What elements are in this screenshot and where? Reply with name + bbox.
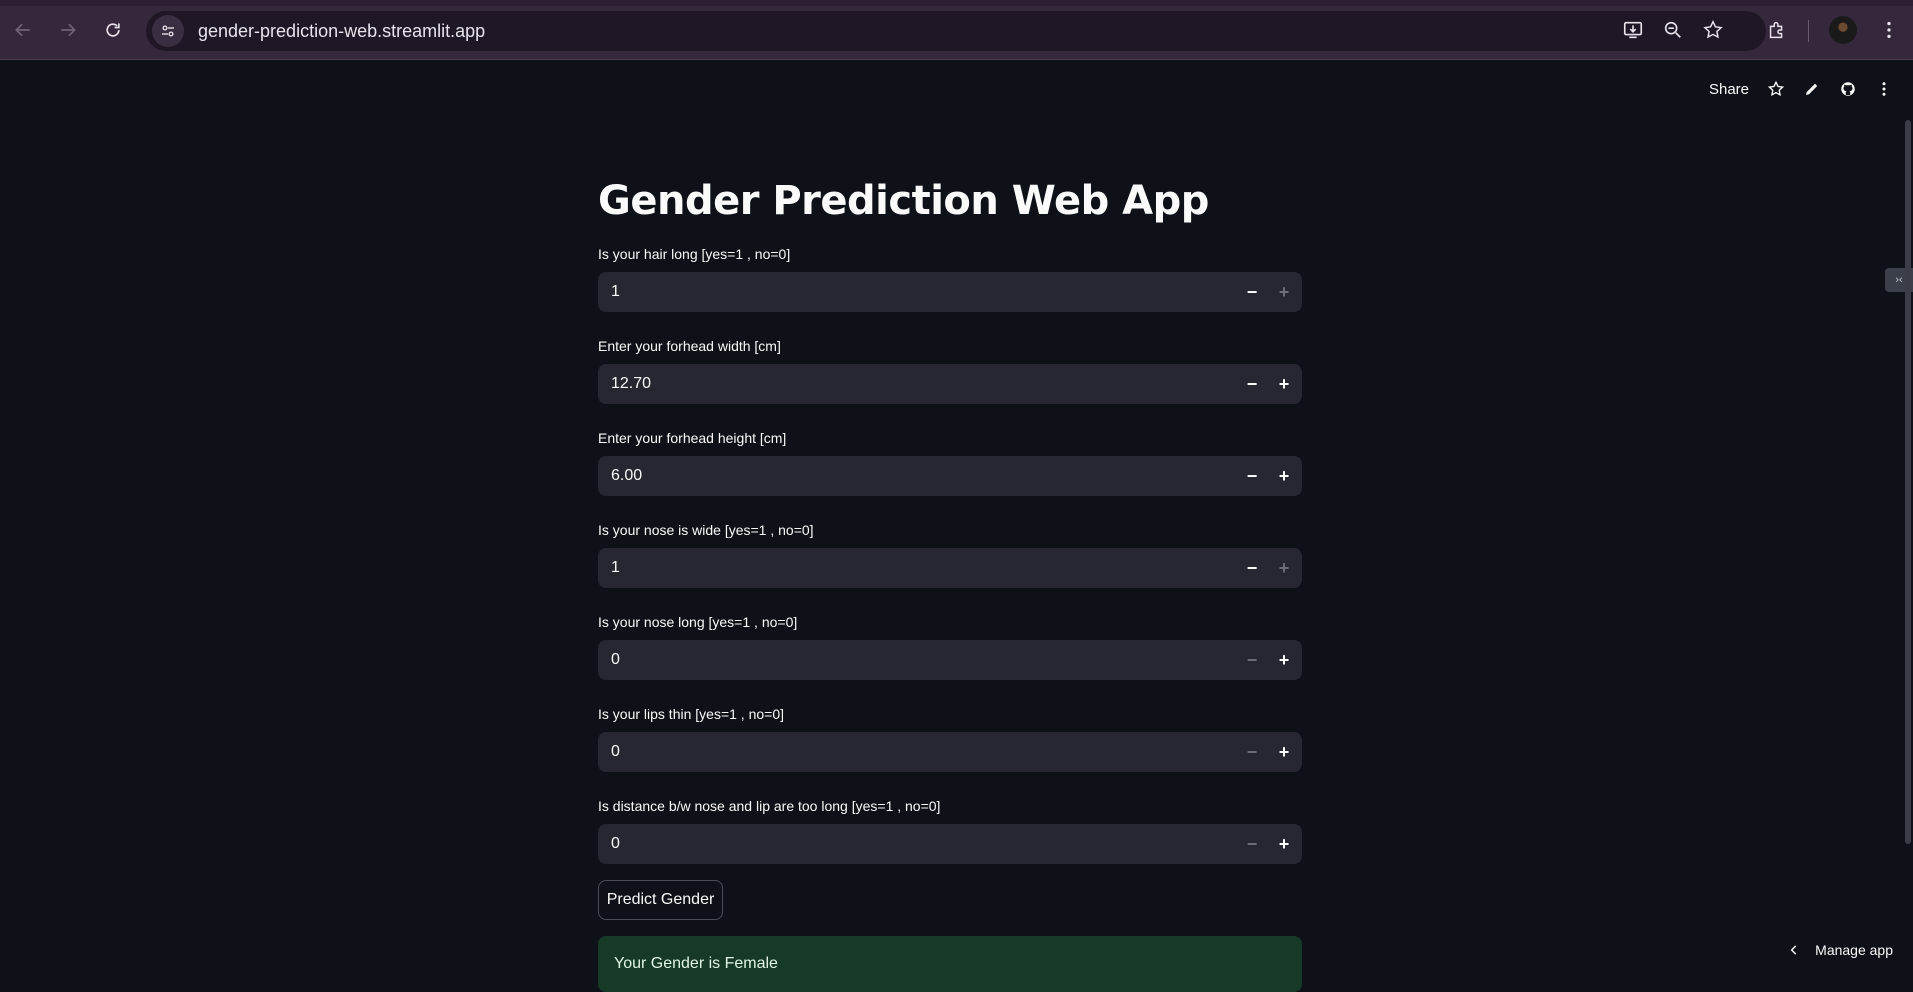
increment-button[interactable]: + (1268, 644, 1300, 676)
forward-button[interactable] (51, 13, 85, 47)
decrement-button[interactable]: − (1236, 828, 1268, 860)
result-alert: Your Gender is Female (598, 936, 1302, 992)
decrement-button[interactable]: − (1236, 460, 1268, 492)
address-bar[interactable]: gender-prediction-web.streamlit.app (146, 11, 1766, 51)
tune-icon (162, 25, 174, 37)
reload-icon (106, 23, 120, 37)
browser-menu-button[interactable] (1874, 15, 1904, 45)
manage-app-button[interactable]: Manage app (1787, 940, 1893, 960)
number-input-value[interactable]: 0 (611, 743, 620, 761)
field-label: Enter your forhead height [cm] (598, 430, 787, 446)
github-button[interactable] (1839, 80, 1857, 98)
field-label: Is your nose is wide [yes=1 , no=0] (598, 522, 814, 538)
manage-app-label: Manage app (1815, 942, 1893, 958)
star-icon (1703, 20, 1723, 39)
number-input-field: Is your hair long [yes=1 , no=0] 1 − + (598, 244, 1302, 312)
main-menu-button[interactable] (1875, 80, 1893, 98)
increment-button[interactable]: + (1268, 276, 1300, 308)
number-input-field: Is distance b/w nose and lip are too lon… (598, 796, 1302, 864)
number-input-value[interactable]: 1 (611, 559, 620, 577)
toolbar-divider (1808, 20, 1809, 42)
field-label: Is your lips thin [yes=1 , no=0] (598, 706, 784, 722)
field-label: Is distance b/w nose and lip are too lon… (598, 798, 941, 814)
number-input[interactable]: 12.70 − + (598, 364, 1302, 404)
number-input-value[interactable]: 0 (611, 651, 620, 669)
reload-button[interactable] (96, 13, 130, 47)
predict-gender-button[interactable]: Predict Gender (598, 880, 723, 920)
chevron-left-icon (1790, 945, 1797, 955)
scrollbar[interactable] (1905, 120, 1911, 844)
number-input-value[interactable]: 1 (611, 283, 620, 301)
site-info-button[interactable] (152, 15, 184, 47)
profile-avatar[interactable] (1829, 16, 1857, 44)
edit-button[interactable] (1803, 80, 1821, 98)
url-text[interactable]: gender-prediction-web.streamlit.app (198, 21, 485, 42)
arrow-left-icon (15, 23, 30, 37)
number-input[interactable]: 0 − + (598, 640, 1302, 680)
browser-toolbar: gender-prediction-web.streamlit.app (0, 0, 1913, 60)
decrement-button[interactable]: − (1236, 368, 1268, 400)
number-input-field: Is your lips thin [yes=1 , no=0] 0 − + (598, 704, 1302, 772)
arrow-right-icon (61, 23, 76, 37)
puzzle-icon (1769, 21, 1783, 39)
extensions-button[interactable] (1762, 15, 1792, 45)
share-button[interactable]: Share (1709, 81, 1749, 98)
decrement-button[interactable]: − (1236, 552, 1268, 584)
field-label: Is your hair long [yes=1 , no=0] (598, 246, 791, 262)
field-label: Enter your forhead width [cm] (598, 338, 781, 354)
number-input-field: Enter your forhead height [cm] 6.00 − + (598, 428, 1302, 496)
decrement-button[interactable]: − (1236, 276, 1268, 308)
pencil-icon (1806, 83, 1818, 95)
install-icon (1623, 21, 1643, 39)
streamlit-toolbar: Share (1709, 76, 1893, 102)
number-input[interactable]: 1 − + (598, 548, 1302, 588)
number-input[interactable]: 0 − + (598, 732, 1302, 772)
number-input-field: Is your nose is wide [yes=1 , no=0] 1 − + (598, 520, 1302, 588)
back-button[interactable] (6, 13, 40, 47)
number-input[interactable]: 0 − + (598, 824, 1302, 864)
more-vert-icon (1882, 82, 1886, 96)
increment-button[interactable]: + (1268, 368, 1300, 400)
increment-button[interactable]: + (1268, 460, 1300, 492)
field-label: Is your nose long [yes=1 , no=0] (598, 614, 798, 630)
increment-button[interactable]: + (1268, 736, 1300, 768)
github-icon (1841, 82, 1855, 96)
page-title: Gender Prediction Web App (598, 178, 1209, 224)
install-app-button[interactable] (1618, 15, 1648, 45)
main-container: Gender Prediction Web App Is your hair l… (598, 170, 1302, 992)
more-vert-icon (1887, 21, 1891, 39)
bookmark-button[interactable] (1698, 15, 1728, 45)
increment-button[interactable]: + (1268, 828, 1300, 860)
number-input[interactable]: 1 − + (598, 272, 1302, 312)
tab-strip (0, 0, 1913, 6)
star-icon (1767, 80, 1785, 97)
decrement-button[interactable]: − (1236, 736, 1268, 768)
favorite-button[interactable] (1767, 80, 1785, 98)
zoom-button[interactable] (1658, 15, 1688, 45)
form-fields: Is your hair long [yes=1 , no=0] 1− + Enter… (598, 244, 1302, 864)
zoom-out-icon (1664, 21, 1681, 38)
number-input[interactable]: 6.00 − + (598, 456, 1302, 496)
number-input-value[interactable]: 0 (611, 835, 620, 853)
decrement-button[interactable]: − (1236, 644, 1268, 676)
number-input-value[interactable]: 12.70 (611, 375, 651, 393)
number-input-field: Enter your forhead width [cm] 12.70 − + (598, 336, 1302, 404)
number-input-field: Is your nose long [yes=1 , no=0] 0 − + (598, 612, 1302, 680)
increment-button[interactable]: + (1268, 552, 1300, 584)
number-input-value[interactable]: 6.00 (611, 467, 642, 485)
